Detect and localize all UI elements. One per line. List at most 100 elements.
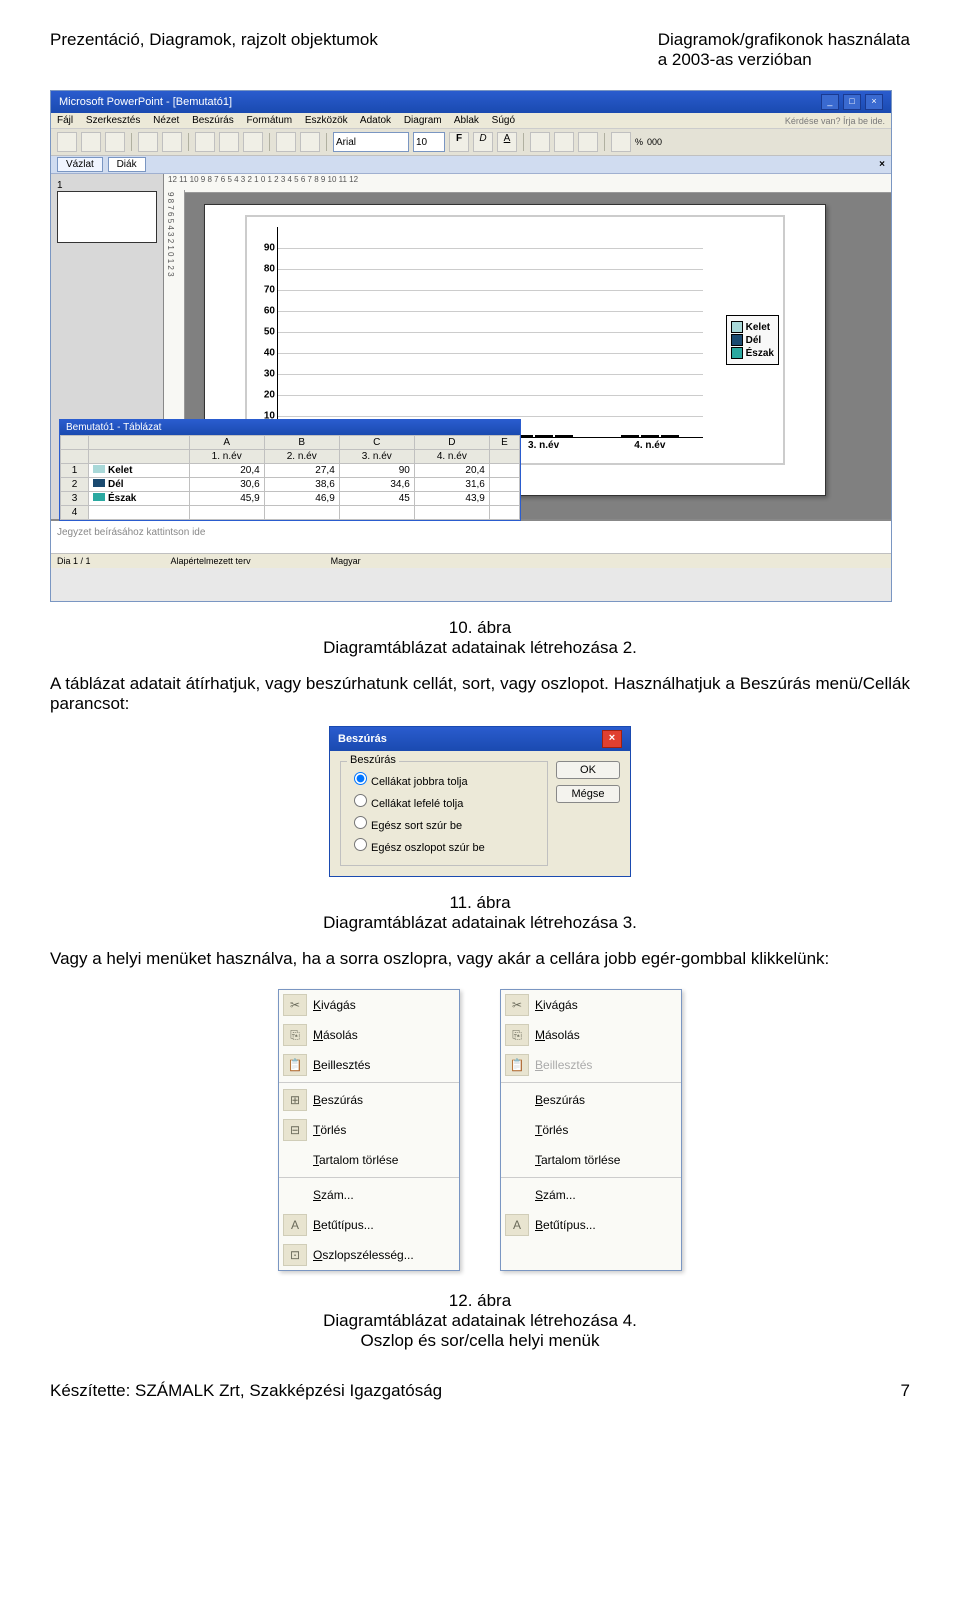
menu-item-label: Törlés <box>313 1123 346 1137</box>
menu-eszkozok[interactable]: Eszközök <box>305 115 348 126</box>
cut-icon[interactable] <box>195 132 215 152</box>
font-select[interactable] <box>333 132 409 152</box>
context-menu-item[interactable]: ✂Kivágás <box>279 990 459 1020</box>
open-icon[interactable] <box>81 132 101 152</box>
tab-diak[interactable]: Diák <box>108 157 146 172</box>
toolbar-1: F D A % 000 <box>51 129 891 156</box>
context-menu-item[interactable]: ⊞Beszúrás <box>279 1085 459 1115</box>
context-menu-item[interactable]: ⎘Másolás <box>279 1020 459 1050</box>
menu-beszuras[interactable]: Beszúrás <box>192 115 234 126</box>
slide-thumbnail-1[interactable] <box>57 191 157 243</box>
menu-item-label: Szám... <box>313 1188 354 1202</box>
menu-ablak[interactable]: Ablak <box>454 115 479 126</box>
ok-button[interactable]: OK <box>556 761 620 779</box>
italic-icon[interactable]: D <box>473 132 493 152</box>
help-search[interactable]: Kérdése van? Írja be ide. <box>785 116 885 126</box>
context-menu-item[interactable]: Beszúrás <box>501 1085 681 1115</box>
footer-left: Készítette: SZÁMALK Zrt, Szakképzési Iga… <box>50 1381 442 1401</box>
menu-item-icon: ⎘ <box>505 1024 529 1046</box>
font-size-select[interactable] <box>413 132 445 152</box>
pane-close-icon[interactable]: × <box>879 159 885 170</box>
menu-sugo[interactable]: Súgó <box>492 115 515 126</box>
print-icon[interactable] <box>138 132 158 152</box>
powerpoint-screenshot: Microsoft PowerPoint - [Bemutató1] _ □ ×… <box>50 90 892 602</box>
new-icon[interactable] <box>57 132 77 152</box>
context-menu-item[interactable]: Tartalom törlése <box>279 1145 459 1175</box>
context-menu-item[interactable]: Törlés <box>501 1115 681 1145</box>
chart-datasheet[interactable]: Bemutató1 - Táblázat A B C D E 1. n.év 2… <box>59 419 521 521</box>
context-menu-item[interactable]: Szám... <box>501 1180 681 1210</box>
radio-shift-down[interactable]: Cellákat lefelé tolja <box>349 791 539 810</box>
context-menu-item[interactable]: ✂Kivágás <box>501 990 681 1020</box>
context-menu-item[interactable]: Tartalom törlése <box>501 1145 681 1175</box>
menu-item-icon: A <box>505 1214 529 1236</box>
menu-szerkesztes[interactable]: Szerkesztés <box>86 115 140 126</box>
menu-item-label: Másolás <box>535 1028 580 1042</box>
context-menu-item[interactable]: ABetűtípus... <box>279 1210 459 1240</box>
menu-item-label: Tartalom törlése <box>313 1153 398 1167</box>
notes-pane[interactable]: Jegyzet beírásához kattintson ide <box>51 519 891 553</box>
minimize-button[interactable]: _ <box>821 94 839 110</box>
dialog-buttons: OK Mégse <box>556 761 620 866</box>
menu-item-icon <box>283 1149 307 1171</box>
radio-entire-column[interactable]: Egész oszlopot szúr be <box>349 835 539 854</box>
underline-icon[interactable]: A <box>497 132 517 152</box>
menu-adatok[interactable]: Adatok <box>360 115 391 126</box>
currency-icon[interactable] <box>611 132 631 152</box>
save-icon[interactable] <box>105 132 125 152</box>
figure-caption-11: 11. ábra Diagramtáblázat adatainak létre… <box>50 893 910 933</box>
menu-item-icon: ⊞ <box>283 1089 307 1111</box>
menu-item-label: Beillesztés <box>535 1058 592 1072</box>
status-lang: Magyar <box>331 556 361 566</box>
context-menu-item[interactable]: ⎘ Másolás <box>501 1020 681 1050</box>
context-menu-item[interactable]: 📋Beillesztés <box>501 1050 681 1080</box>
menu-diagram[interactable]: Diagram <box>404 115 442 126</box>
maximize-button[interactable]: □ <box>843 94 861 110</box>
menu-item-label: Beillesztés <box>313 1058 370 1072</box>
paste-icon[interactable] <box>243 132 263 152</box>
series-marker-eszak <box>93 493 105 501</box>
menu-item-label: Szám... <box>535 1188 576 1202</box>
align-right-icon[interactable] <box>578 132 598 152</box>
copy-icon[interactable] <box>219 132 239 152</box>
context-menu-item[interactable]: ABetűtípus... <box>501 1210 681 1240</box>
context-menu-item[interactable]: ⊡Oszlopszélesség... <box>279 1240 459 1270</box>
figure-caption-12: 12. ábra Diagramtáblázat adatainak létre… <box>50 1291 910 1351</box>
preview-icon[interactable] <box>162 132 182 152</box>
redo-icon[interactable] <box>300 132 320 152</box>
insert-dialog: Beszúrás × Beszúrás Cellákat jobbra tolj… <box>329 726 631 877</box>
status-slide: Dia 1 / 1 <box>57 556 91 566</box>
menu-item-label: Beszúrás <box>535 1093 585 1107</box>
align-left-icon[interactable] <box>530 132 550 152</box>
datasheet-table[interactable]: A B C D E 1. n.év 2. n.év 3. n.év 4. n.é… <box>60 435 520 520</box>
tab-vazlat[interactable]: Vázlat <box>57 157 103 172</box>
menu-item-icon <box>505 1149 529 1171</box>
window-title: Microsoft PowerPoint - [Bemutató1] <box>59 96 232 108</box>
bold-icon[interactable]: F <box>449 132 469 152</box>
menu-item-label: Kivágás <box>535 998 578 1012</box>
radio-entire-row[interactable]: Egész sort szúr be <box>349 813 539 832</box>
page-header: Prezentáció, Diagramok, rajzolt objektum… <box>50 30 910 70</box>
undo-icon[interactable] <box>276 132 296 152</box>
horizontal-ruler: 12 11 10 9 8 7 6 5 4 3 2 1 0 1 2 3 4 5 6… <box>164 174 891 193</box>
outline-bar: Vázlat Diák × <box>51 156 891 174</box>
menu-item-label: Tartalom törlése <box>535 1153 620 1167</box>
cancel-button[interactable]: Mégse <box>556 785 620 803</box>
insert-options-group: Beszúrás Cellákat jobbra tolja Cellákat … <box>340 761 548 866</box>
menu-fajl[interactable]: Fájl <box>57 115 73 126</box>
menu-item-icon <box>505 1119 529 1141</box>
context-menu-item[interactable]: Szám... <box>279 1180 459 1210</box>
close-button[interactable]: × <box>865 94 883 110</box>
context-menu-item[interactable]: 📋Beillesztés <box>279 1050 459 1080</box>
context-menu-item[interactable]: ⊟Törlés <box>279 1115 459 1145</box>
menu-nezet[interactable]: Nézet <box>153 115 179 126</box>
datasheet-row-2: 2 Dél 30,6 38,6 34,6 31,6 <box>61 478 520 492</box>
datasheet-row-3: 3 Észak 45,9 46,9 45 43,9 <box>61 492 520 506</box>
align-center-icon[interactable] <box>554 132 574 152</box>
header-right: Diagramok/grafikonok használata a 2003-a… <box>658 30 910 70</box>
menu-item-icon <box>283 1184 307 1206</box>
menu-formatum[interactable]: Formátum <box>247 115 293 126</box>
menubar: Fájl Szerkesztés Nézet Beszúrás Formátum… <box>51 113 891 129</box>
dialog-close-button[interactable]: × <box>602 730 622 748</box>
radio-shift-right[interactable]: Cellákat jobbra tolja <box>349 769 539 788</box>
